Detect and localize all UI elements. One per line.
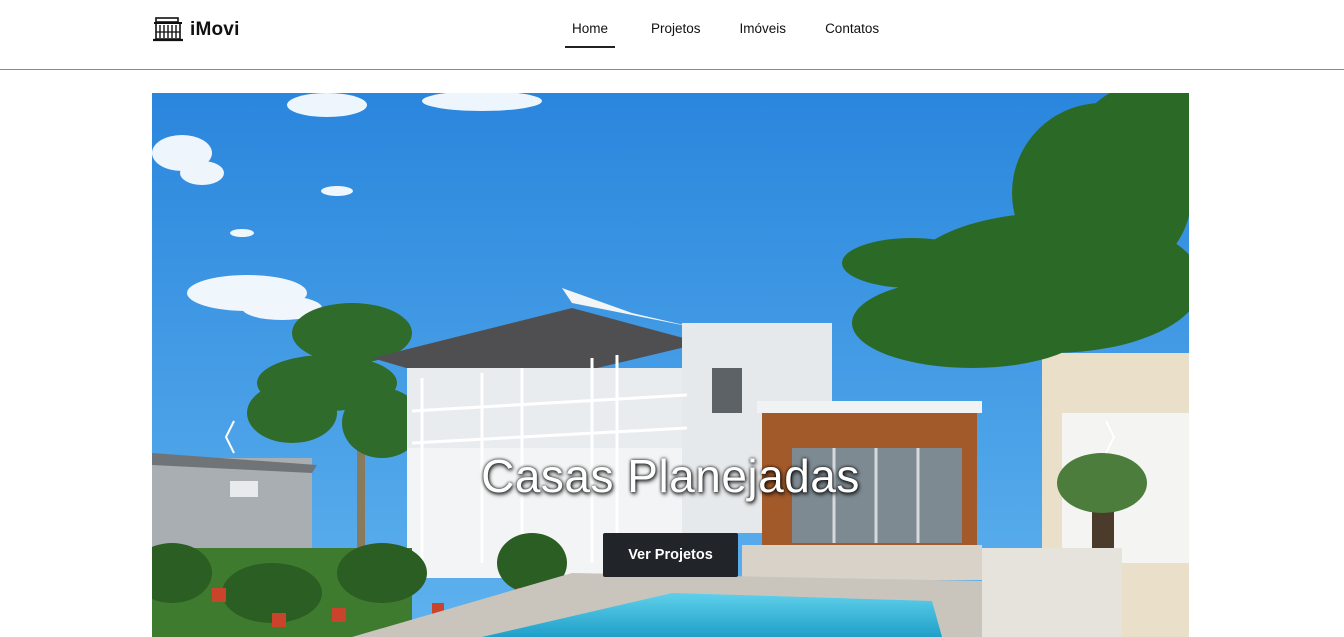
nav-item-home[interactable]: Home [565, 16, 616, 48]
navbar: iMovi Home Projetos Imóveis Contatos [0, 0, 1344, 70]
brand-name: iMovi [190, 19, 240, 40]
hero-caption: Casas Planejadas [481, 450, 860, 502]
nav-item-projetos[interactable]: Projetos [648, 16, 704, 46]
nav-item-contatos[interactable]: Contatos [822, 16, 882, 46]
brand-link[interactable]: iMovi [152, 16, 240, 44]
house-icon [153, 17, 183, 42]
ver-projetos-button[interactable]: Ver Projetos [603, 533, 738, 577]
hero-carousel: Casas Planejadas Ver Projetos [152, 93, 1189, 637]
main-nav: Home Projetos Imóveis Contatos [565, 16, 915, 48]
nav-item-imoveis[interactable]: Imóveis [737, 16, 790, 46]
